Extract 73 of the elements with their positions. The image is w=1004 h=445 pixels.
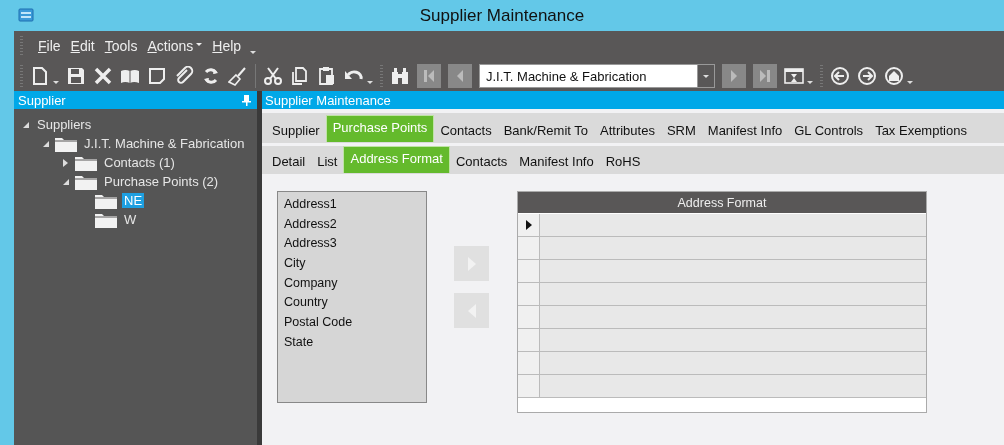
tab[interactable]: RoHS <box>599 149 647 173</box>
dropdown-caret-icon[interactable] <box>907 80 913 84</box>
tab[interactable]: SRM <box>660 118 702 142</box>
paste-icon[interactable] <box>317 66 337 86</box>
list-item[interactable]: Postal Code <box>284 313 426 333</box>
dropdown-caret-icon[interactable] <box>807 80 813 84</box>
list-item[interactable]: Address2 <box>284 214 426 235</box>
column-header: Address Format <box>518 192 926 213</box>
list-item[interactable]: Address1 <box>284 195 426 215</box>
paperclip-icon[interactable] <box>174 66 194 86</box>
save-icon[interactable] <box>66 66 86 86</box>
folder-icon <box>75 154 97 171</box>
panel-title: Supplier Maintenance <box>262 91 1004 109</box>
dropdown-caret-icon[interactable] <box>53 80 59 84</box>
tab[interactable]: Contacts <box>449 149 514 173</box>
pin-icon[interactable] <box>242 94 251 106</box>
tab[interactable]: Manifest Info <box>701 118 789 142</box>
binoculars-icon[interactable] <box>390 66 410 86</box>
dropdown-caret-icon <box>703 74 709 78</box>
tab[interactable]: Attributes <box>594 118 661 142</box>
broom-icon[interactable] <box>228 66 248 86</box>
folder-icon <box>55 135 77 152</box>
hourglass-window-icon[interactable] <box>784 66 804 86</box>
tab[interactable]: Detail <box>266 149 312 173</box>
dropdown-button[interactable] <box>697 64 715 88</box>
back-icon[interactable] <box>830 66 850 86</box>
tab[interactable]: Supplier <box>266 118 326 142</box>
first-record-icon <box>422 68 436 84</box>
tab[interactable]: Manifest Info <box>513 149 600 173</box>
expanded-toggle-icon[interactable] <box>22 120 30 129</box>
tree-item[interactable]: Suppliers <box>35 117 94 132</box>
list-item[interactable]: Company <box>284 273 426 294</box>
window-title: Supplier Maintenance <box>419 5 585 26</box>
tab[interactable]: Bank/Remit To <box>497 118 594 142</box>
tree-item[interactable]: Contacts (1) <box>102 155 177 170</box>
menu-item[interactable]: File <box>33 36 66 56</box>
tab[interactable]: Tax Exemptions <box>869 118 973 142</box>
copy-icon[interactable] <box>290 66 310 86</box>
last-record-icon <box>758 68 772 84</box>
row-header[interactable] <box>518 214 540 236</box>
tab[interactable]: Contacts <box>434 118 498 142</box>
list-item[interactable]: State <box>284 332 426 353</box>
available-fields-list[interactable]: Address1 Address2 Address3 City Company Country Postal Code State <box>277 191 427 403</box>
delete-icon[interactable] <box>93 66 113 86</box>
folder-icon <box>75 173 97 190</box>
collapsed-toggle-icon[interactable] <box>62 158 70 167</box>
overflow-caret-icon[interactable] <box>250 50 257 54</box>
tab[interactable]: GL Controls <box>788 118 870 142</box>
menu-item[interactable]: Actions <box>142 36 208 56</box>
expanded-toggle-icon[interactable] <box>42 139 50 148</box>
expanded-toggle-icon[interactable] <box>62 177 70 186</box>
forward-icon[interactable] <box>857 66 877 86</box>
tree-item[interactable]: J.I.T. Machine & Fabrication <box>82 136 247 151</box>
cut-icon[interactable] <box>263 66 283 86</box>
tree-item[interactable]: W <box>122 212 139 227</box>
folder-icon <box>95 211 117 228</box>
home-icon[interactable] <box>884 66 904 86</box>
tab[interactable]: List <box>311 149 344 173</box>
list-item[interactable]: Country <box>284 293 426 314</box>
menu-item[interactable]: Tools <box>99 36 143 56</box>
current-row-icon <box>525 220 532 230</box>
list-item[interactable]: City <box>284 254 426 274</box>
menu-item[interactable]: Edit <box>65 36 100 56</box>
tree-item[interactable]: Purchase Points (2) <box>102 174 221 189</box>
new-document-icon[interactable] <box>30 66 50 86</box>
folder-icon <box>95 192 117 209</box>
app-icon <box>18 8 34 22</box>
menu-item[interactable]: Help <box>207 36 247 56</box>
record-field[interactable]: J.I.T. Machine & Fabrication <box>479 64 697 88</box>
dropdown-caret-icon[interactable] <box>367 80 373 84</box>
note-icon[interactable] <box>147 66 167 86</box>
panel-title: Supplier <box>18 92 66 108</box>
list-item[interactable]: Address3 <box>284 234 426 255</box>
